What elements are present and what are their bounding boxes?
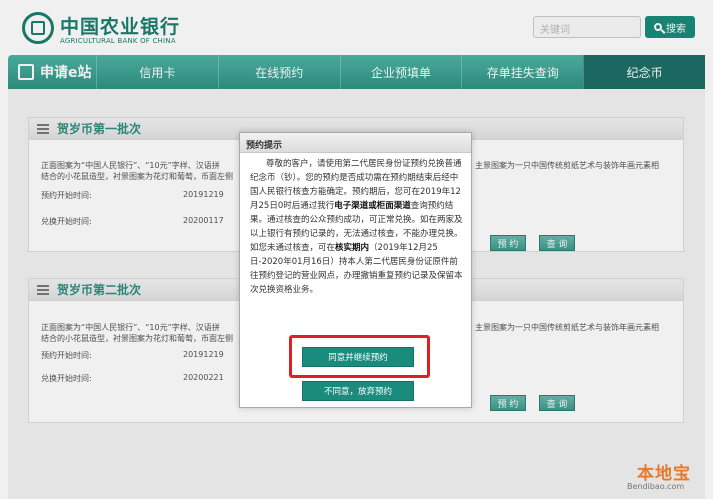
search-button[interactable]: 搜索: [645, 16, 695, 38]
nav-home-label: 申请e站: [40, 65, 92, 81]
bendibao-watermark: 本地宝 Bendibao.com: [627, 459, 705, 493]
dialog-message: 尊敬的客户，请使用第二代居民身份证预约兑换普通纪念币（钞）。您的预约是否成功需在…: [250, 157, 464, 297]
search-icon: [654, 23, 662, 31]
batch1-exchange-value: 20200117: [183, 216, 224, 225]
dialog-text-bold-2: 核实期内: [335, 243, 370, 253]
batch1-title: 贺岁币第一批次: [57, 122, 142, 136]
batch2-desc-right: 主景图案为一只中国传统剪纸艺术与装饰年画元素相: [475, 323, 659, 332]
batch1-reserve-button[interactable]: 预 约: [490, 235, 526, 251]
batch2-title: 贺岁币第二批次: [57, 283, 142, 297]
highlight-box: [289, 335, 430, 378]
nav-item-commemorative-coin[interactable]: 纪念币: [583, 55, 705, 89]
dialog-title: 预约提示: [240, 133, 471, 153]
batch2-reserve-value: 20191219: [183, 350, 224, 359]
batch1-exchange-label: 兑换开始时间:: [41, 217, 92, 226]
logo-cn-text[interactable]: 中国农业银行: [60, 12, 180, 39]
list-icon: [37, 284, 49, 295]
abc-logo-icon[interactable]: [22, 12, 54, 44]
watermark-cn: 本地宝: [637, 464, 691, 484]
batch1-desc-line1: 正面图案为“中国人民银行”、“10元”字样、汉语拼: [41, 161, 220, 170]
batch2-exchange-label: 兑换开始时间:: [41, 374, 92, 383]
search-button-label: 搜索: [666, 23, 686, 35]
batch2-exchange-value: 20200221: [183, 373, 224, 382]
batch1-desc-right: 主景图案为一只中国传统剪纸艺术与装饰年画元素相: [475, 161, 659, 170]
list-icon: [37, 123, 49, 134]
batch2-desc-line2: 结合的小花鼠造型，衬景图案为花灯和葡萄，币面左侧: [41, 334, 233, 343]
nav-item-deposit-loss-query[interactable]: 存单挂失查询: [461, 55, 583, 89]
nav-home[interactable]: 申请e站: [8, 55, 96, 89]
batch1-query-button[interactable]: 查 询: [539, 235, 575, 251]
batch2-reserve-label: 预约开始时间:: [41, 351, 92, 360]
batch1-reserve-label: 预约开始时间:: [41, 191, 92, 200]
watermark-en: Bendibao.com: [627, 482, 685, 491]
nav-item-online-reservation[interactable]: 在线预约: [217, 55, 340, 89]
disagree-button[interactable]: 不同意，放弃预约: [302, 381, 414, 401]
home-icon: [18, 64, 34, 80]
logo-en-text: AGRICULTURAL BANK OF CHINA: [60, 37, 176, 45]
main-nav: 申请e站 信用卡 在线预约 企业预填单 存单挂失查询 纪念币: [8, 55, 705, 89]
batch1-desc-line2: 结合的小花鼠造型，衬景图案为花灯和葡萄，币面左侧: [41, 172, 233, 181]
batch2-reserve-button[interactable]: 预 约: [490, 395, 526, 411]
search-input[interactable]: 关键词: [533, 16, 641, 38]
dialog-text-bold-1: 电子渠道或柜面渠道: [334, 201, 411, 211]
batch2-desc-line1: 正面图案为“中国人民银行”、“10元”字样、汉语拼: [41, 323, 220, 332]
nav-item-credit-card[interactable]: 信用卡: [96, 55, 218, 89]
batch1-reserve-value: 20191219: [183, 190, 224, 199]
batch2-query-button[interactable]: 查 询: [539, 395, 575, 411]
nav-item-enterprise-form[interactable]: 企业预填单: [339, 55, 462, 89]
